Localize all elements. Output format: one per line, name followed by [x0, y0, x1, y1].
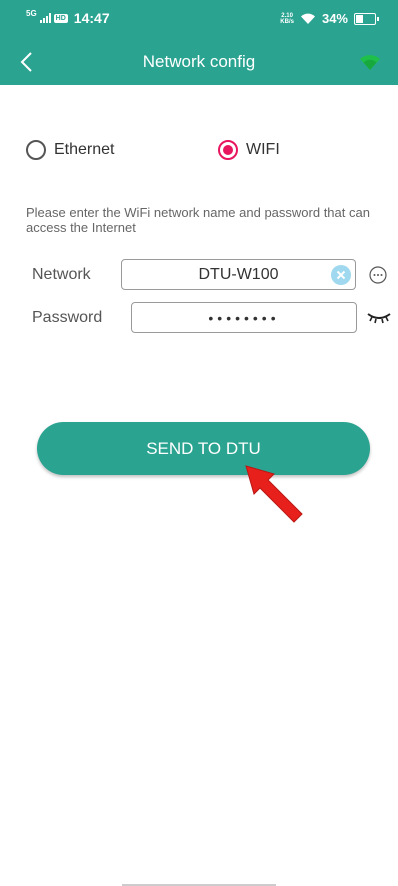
send-to-dtu-button[interactable]: SEND TO DTU [37, 422, 370, 475]
network-label: Network [32, 266, 91, 283]
radio-wifi-circle[interactable] [218, 140, 238, 160]
password-label: Password [32, 309, 103, 326]
network-input[interactable] [151, 264, 326, 285]
password-input[interactable] [157, 308, 331, 327]
status-bar: 5G HD 14:47 2.10 KB/s 34% [0, 0, 398, 40]
mode-selector: Ethernet [26, 140, 114, 160]
more-options-icon[interactable] [369, 266, 387, 284]
battery-percent: 34% [321, 11, 348, 26]
clear-icon[interactable] [331, 265, 351, 285]
radio-wifi-label: WIFI [246, 141, 280, 158]
status-time: 14:47 [73, 10, 110, 26]
radio-ethernet[interactable]: Ethernet [26, 140, 114, 160]
network-field[interactable] [121, 259, 356, 290]
battery-icon [354, 12, 379, 25]
page-title: Network config [142, 52, 256, 71]
wifi-status-icon [300, 13, 315, 24]
password-field[interactable] [131, 302, 357, 333]
instruction-text: Please enter the WiFi network name and p… [26, 205, 370, 235]
network-speed: 2.10 KB/s [280, 13, 294, 25]
status-right: 2.10 KB/s 34% [280, 11, 379, 26]
radio-ethernet-circle[interactable] [26, 140, 46, 160]
status-left: 5G HD 14:47 [26, 8, 110, 27]
network-type: 5G [26, 8, 37, 18]
wifi-icon[interactable] [358, 52, 382, 72]
signal-icon [39, 13, 51, 23]
network-speed-unit: KB/s [280, 18, 294, 25]
radio-ethernet-label: Ethernet [54, 141, 115, 158]
radio-wifi[interactable]: WIFI [218, 140, 280, 160]
hd-badge: HD [53, 13, 68, 23]
nav-bar: Network config [0, 40, 398, 85]
app-header: 5G HD 14:47 2.10 KB/s 34% Network config [0, 0, 398, 85]
eye-closed-icon[interactable] [366, 311, 392, 325]
red-arrow-annotation [245, 465, 303, 523]
